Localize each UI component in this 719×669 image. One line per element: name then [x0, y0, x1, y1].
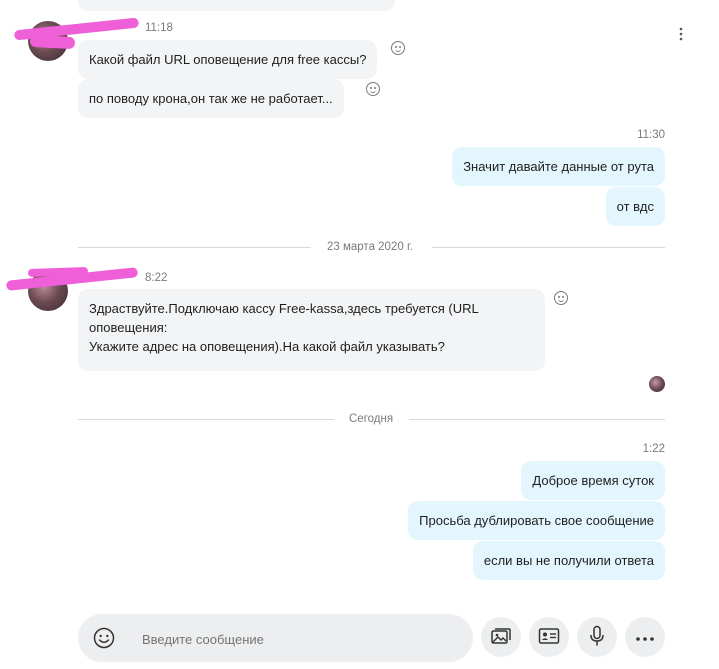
date-divider-line [409, 419, 665, 420]
message-line: Здраствуйте.Подключаю кассу Free-kassa,з… [89, 301, 479, 316]
message-bubble[interactable]: Какой файл URL оповещение для free кассы… [78, 40, 378, 79]
gallery-icon [490, 626, 512, 649]
date-divider: Сегодня [349, 413, 394, 425]
more-icon [635, 630, 655, 645]
message-line: Укажите адрес на оповещения).На какой фа… [89, 339, 445, 354]
date-divider-line [78, 247, 311, 248]
message-bubble[interactable]: Доброе время суток [521, 461, 665, 500]
contact-card-icon [538, 627, 560, 648]
message-composer[interactable] [78, 614, 473, 662]
date-divider: 23 марта 2020 г. [327, 241, 413, 253]
add-reaction-icon[interactable] [391, 41, 405, 55]
date-divider-line [432, 247, 665, 248]
message-bubble[interactable]: если вы не получили ответа [472, 541, 665, 580]
message-bubble[interactable]: Значит давайте данные от рута [452, 147, 665, 186]
contact-card-button[interactable] [529, 617, 569, 657]
gallery-button[interactable] [481, 617, 521, 657]
message-timestamp: 11:18 [145, 22, 173, 34]
message-timestamp: 8:22 [145, 272, 168, 284]
add-reaction-icon[interactable] [366, 82, 380, 96]
message-bubble[interactable]: Просьба дублировать свое сообщение [408, 501, 665, 540]
add-reaction-icon[interactable] [554, 291, 568, 305]
read-receipt-avatar [649, 376, 665, 392]
message-input[interactable] [140, 628, 454, 650]
microphone-button[interactable] [577, 617, 617, 657]
message-bubble[interactable]: от вдс [605, 187, 665, 226]
cut-off-message-bubble [78, 0, 395, 11]
message-timestamp: 1:22 [642, 443, 665, 455]
redacted-name [29, 34, 76, 50]
more-button[interactable] [625, 617, 665, 657]
message-bubble[interactable]: Здраствуйте.Подключаю кассу Free-kassa,з… [78, 289, 545, 371]
microphone-icon [589, 625, 605, 650]
kebab-menu-icon[interactable] [678, 27, 684, 41]
date-divider-line [78, 419, 334, 420]
message-timestamp: 11:30 [637, 129, 665, 141]
message-line: оповещения: [89, 320, 168, 335]
emoji-icon[interactable] [93, 627, 115, 649]
message-bubble[interactable]: по поводу крона,он так же не работает... [78, 79, 344, 118]
